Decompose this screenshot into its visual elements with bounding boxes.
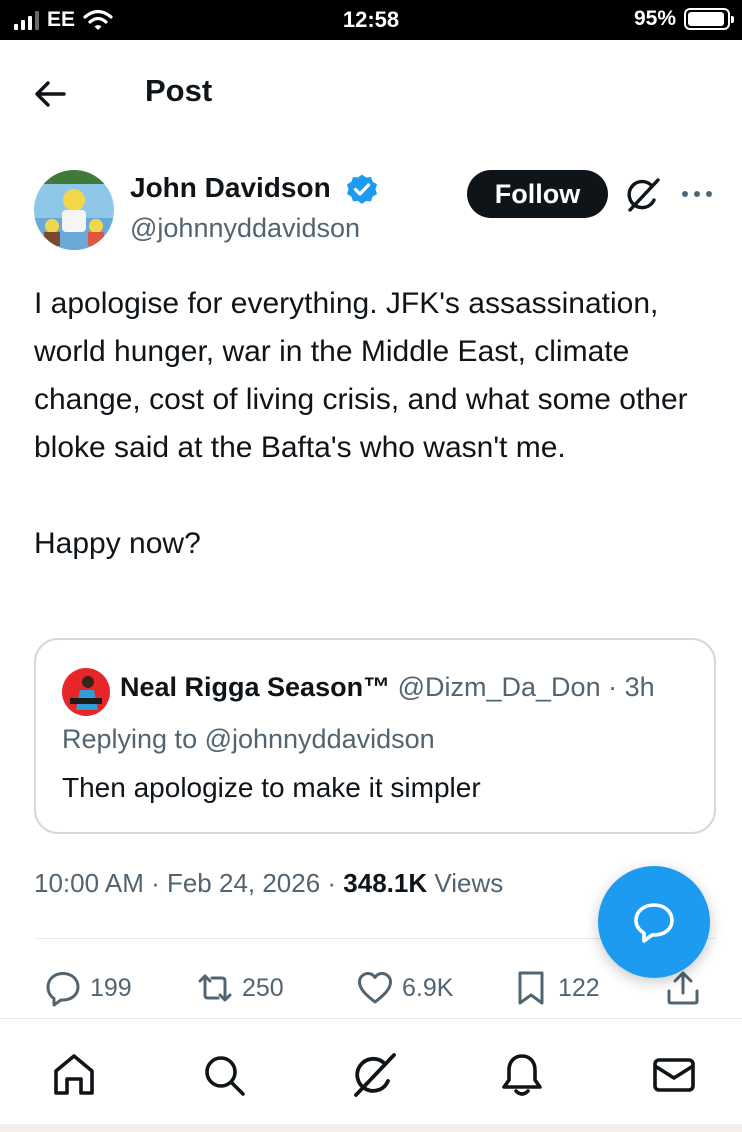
- quote-avatar-image: [62, 668, 110, 716]
- quote-header: Neal Rigga Season™ @Dizm_Da_Don · 3h: [120, 672, 655, 703]
- nav-messages[interactable]: [648, 1049, 700, 1101]
- like-count: 6.9K: [402, 973, 454, 1002]
- verified-badge-icon: [347, 174, 377, 204]
- views-count[interactable]: 348.1K: [343, 868, 427, 898]
- nav-search[interactable]: [198, 1049, 250, 1101]
- compose-reply-button[interactable]: [598, 866, 710, 978]
- more-options-button[interactable]: [680, 180, 714, 208]
- mail-icon: [653, 1058, 695, 1092]
- battery-percentage: 95%: [633, 7, 676, 30]
- reply-button[interactable]: 199: [44, 960, 132, 1016]
- more-dots-icon: [682, 191, 712, 197]
- post-meta: 10:00 AM · Feb 24, 2026 · 348.1K Views: [34, 868, 503, 899]
- nav-grok[interactable]: [348, 1049, 400, 1101]
- bookmark-button[interactable]: 122: [512, 960, 600, 1016]
- quote-replying-to: Replying to @johnnyddavidson: [62, 724, 435, 754]
- compose-reply-icon: [634, 903, 674, 943]
- quote-author-handle-time: @Dizm_Da_Don · 3h: [397, 672, 655, 702]
- reply-icon: [46, 972, 80, 1007]
- bookmark-count: 122: [558, 973, 600, 1002]
- home-icon: [54, 1054, 94, 1095]
- back-button[interactable]: [30, 76, 70, 112]
- header: Post: [0, 40, 742, 144]
- heart-icon: [358, 972, 392, 1004]
- author-avatar[interactable]: [34, 170, 114, 250]
- quote-avatar: [62, 668, 110, 716]
- battery-fill: [688, 12, 725, 26]
- home-indicator: [0, 1124, 742, 1132]
- arrow-left-icon: [35, 81, 66, 107]
- author-handle[interactable]: @johnnyddavidson: [130, 213, 360, 244]
- quoted-post[interactable]: Neal Rigga Season™ @Dizm_Da_Don · 3h Rep…: [34, 638, 716, 834]
- repost-icon: [198, 974, 232, 1002]
- quote-author-name: Neal Rigga Season™: [120, 672, 391, 702]
- reply-count: 199: [90, 973, 132, 1002]
- quote-text: Then apologize to make it simpler: [62, 772, 481, 803]
- status-right: 95%: [633, 7, 734, 31]
- avatar-image: [34, 170, 114, 250]
- repost-count: 250: [242, 973, 284, 1002]
- author-name[interactable]: John Davidson: [130, 172, 331, 204]
- views-label: Views: [427, 868, 504, 898]
- status-bar: EE 12:58 95%: [0, 0, 742, 40]
- bookmark-icon: [518, 971, 544, 1005]
- post-text: I apologise for everything. JFK's assass…: [34, 287, 688, 560]
- grok-icon: [627, 178, 660, 212]
- search-icon: [205, 1056, 245, 1096]
- page-title: Post: [145, 73, 213, 108]
- status-time: 12:58: [342, 7, 400, 32]
- nav-home[interactable]: [48, 1049, 100, 1101]
- repost-button[interactable]: 250: [196, 960, 284, 1016]
- bottom-nav: [0, 1018, 742, 1132]
- like-button[interactable]: 6.9K: [356, 960, 453, 1016]
- bell-icon: [502, 1054, 542, 1096]
- grok-button[interactable]: [624, 176, 662, 214]
- grok-icon: [354, 1053, 396, 1097]
- follow-button[interactable]: Follow: [467, 170, 608, 218]
- nav-notifications[interactable]: [496, 1049, 548, 1101]
- post-timestamp: 10:00 AM · Feb 24, 2026 ·: [34, 868, 344, 898]
- battery-icon: [684, 8, 734, 30]
